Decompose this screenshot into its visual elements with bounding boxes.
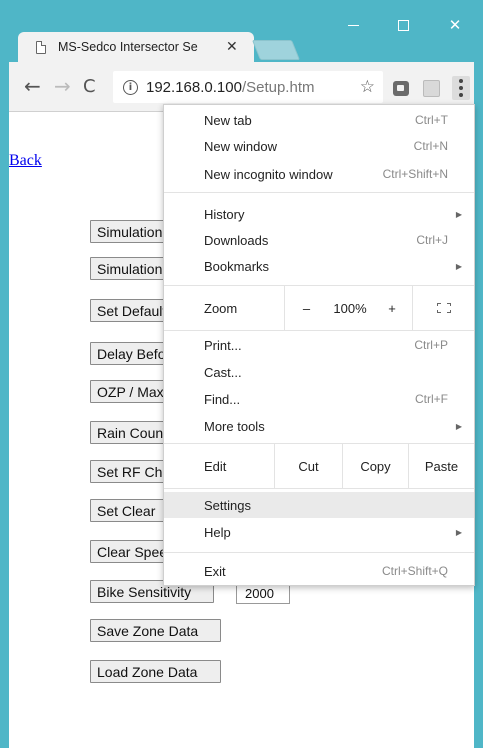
cut-button[interactable]: Cut [274, 444, 342, 488]
menu-item-new-tab[interactable]: New tab Ctrl+T [164, 107, 474, 133]
submenu-arrow-icon: ▶ [455, 527, 462, 537]
menu-item-history[interactable]: History ▶ [164, 201, 474, 227]
minimize-icon [347, 24, 359, 26]
ozp-max-button[interactable]: OZP / Max [90, 380, 170, 403]
menu-item-label: New window [204, 138, 277, 154]
close-window-button[interactable]: ✕ [436, 12, 474, 38]
copy-button[interactable]: Copy [342, 444, 408, 488]
menu-item-label: Exit [204, 563, 226, 579]
menu-item-new-incognito-window[interactable]: New incognito window Ctrl+Shift+N [164, 161, 474, 187]
menu-item-label: Help [204, 524, 231, 540]
menu-item-more-tools[interactable]: More tools ▶ [164, 413, 474, 439]
rain-count-button[interactable]: Rain Count [90, 421, 170, 444]
menu-item-label: Print... [204, 337, 242, 353]
browser-tab[interactable]: MS-Sedco Intersector Se ✕ [18, 32, 254, 62]
maximize-icon [397, 19, 409, 31]
bookmark-star-icon[interactable]: ☆ [360, 77, 375, 97]
menu-item-settings[interactable]: Settings [164, 492, 474, 518]
browser-menu: New tab Ctrl+T New window Ctrl+N New inc… [163, 104, 475, 586]
menu-item-label: New tab [204, 112, 252, 128]
menu-zoom-row: Zoom – 100% + [164, 286, 474, 330]
delay-before-button[interactable]: Delay Before [90, 342, 170, 365]
menu-divider [164, 330, 474, 331]
menu-item-label: Find... [204, 391, 241, 407]
menu-item-label: History [204, 206, 245, 222]
menu-item-label: More tools [204, 418, 265, 434]
menu-item-new-window[interactable]: New window Ctrl+N [164, 133, 474, 159]
reload-icon[interactable]: C [83, 77, 96, 97]
zoom-in-button[interactable]: + [372, 286, 412, 330]
menu-kebab-icon[interactable] [452, 76, 470, 100]
save-zone-data-button[interactable]: Save Zone Data [90, 619, 221, 642]
simulation-button-1[interactable]: Simulation [90, 220, 170, 243]
back-arrow-icon[interactable]: ← [24, 76, 41, 96]
pdf-extension-icon[interactable] [423, 80, 440, 97]
menu-shortcut: Ctrl+N [413, 139, 448, 153]
simulation-button-2[interactable]: Simulation [90, 257, 170, 280]
submenu-arrow-icon: ▶ [455, 261, 462, 271]
page-icon [36, 40, 46, 54]
zoom-label: Zoom [204, 300, 238, 316]
menu-item-find[interactable]: Find... Ctrl+F [164, 386, 474, 412]
new-tab-button[interactable] [251, 40, 301, 60]
zoom-out-button[interactable]: – [284, 286, 328, 330]
paste-button[interactable]: Paste [408, 444, 474, 488]
info-icon[interactable]: i [123, 79, 138, 95]
menu-item-label: Cast... [204, 364, 242, 380]
maximize-button[interactable] [384, 12, 422, 38]
close-icon: ✕ [448, 16, 462, 34]
menu-item-label: New incognito window [204, 166, 333, 182]
submenu-arrow-icon: ▶ [455, 209, 462, 219]
menu-item-help[interactable]: Help ▶ [164, 519, 474, 545]
menu-divider [164, 192, 474, 193]
load-zone-data-button[interactable]: Load Zone Data [90, 660, 221, 683]
menu-item-downloads[interactable]: Downloads Ctrl+J [164, 227, 474, 253]
edit-label: Edit [204, 458, 227, 474]
menu-shortcut: Ctrl+F [415, 392, 448, 406]
url-host: 192.168.0.100 [146, 78, 242, 96]
zoom-value: 100% [333, 300, 367, 316]
menu-shortcut: Ctrl+Shift+N [382, 167, 448, 181]
menu-edit-row: Edit Cut Copy Paste [164, 444, 474, 488]
menu-item-exit[interactable]: Exit Ctrl+Shift+Q [164, 558, 474, 584]
menu-shortcut: Ctrl+T [415, 113, 448, 127]
set-clear-button[interactable]: Set Clear [90, 499, 170, 522]
tab-title: MS-Sedco Intersector Se [58, 40, 198, 54]
menu-item-label: Downloads [204, 232, 269, 248]
extension-icon[interactable] [393, 81, 409, 96]
menu-shortcut: Ctrl+J [416, 233, 448, 247]
window-frame-right [474, 62, 483, 748]
menu-shortcut: Ctrl+P [414, 338, 448, 352]
menu-item-bookmarks[interactable]: Bookmarks ▶ [164, 253, 474, 279]
submenu-arrow-icon: ▶ [455, 421, 462, 431]
url-path: /Setup.htm [241, 78, 315, 96]
menu-shortcut: Ctrl+Shift+Q [381, 564, 448, 578]
menu-item-label: Settings [204, 497, 251, 513]
menu-divider [164, 552, 474, 553]
fullscreen-icon [436, 303, 451, 313]
forward-arrow-icon[interactable]: → [54, 76, 71, 96]
window-frame-left [0, 62, 9, 748]
menu-divider [164, 488, 474, 489]
menu-item-print[interactable]: Print... Ctrl+P [164, 332, 474, 358]
tab-close-icon[interactable]: ✕ [226, 39, 238, 55]
clear-speed-button[interactable]: Clear Speed [90, 540, 170, 563]
fullscreen-button[interactable] [412, 286, 474, 330]
menu-item-cast[interactable]: Cast... [164, 359, 474, 385]
set-rf-channel-button[interactable]: Set RF Channel [90, 460, 170, 483]
menu-item-label: Bookmarks [204, 258, 270, 274]
back-link[interactable]: Back [9, 152, 42, 170]
minimize-button[interactable] [334, 12, 372, 38]
address-bar[interactable]: i 192.168.0.100/Setup.htm ☆ [113, 71, 383, 103]
set-default-button[interactable]: Set Default [90, 299, 170, 322]
